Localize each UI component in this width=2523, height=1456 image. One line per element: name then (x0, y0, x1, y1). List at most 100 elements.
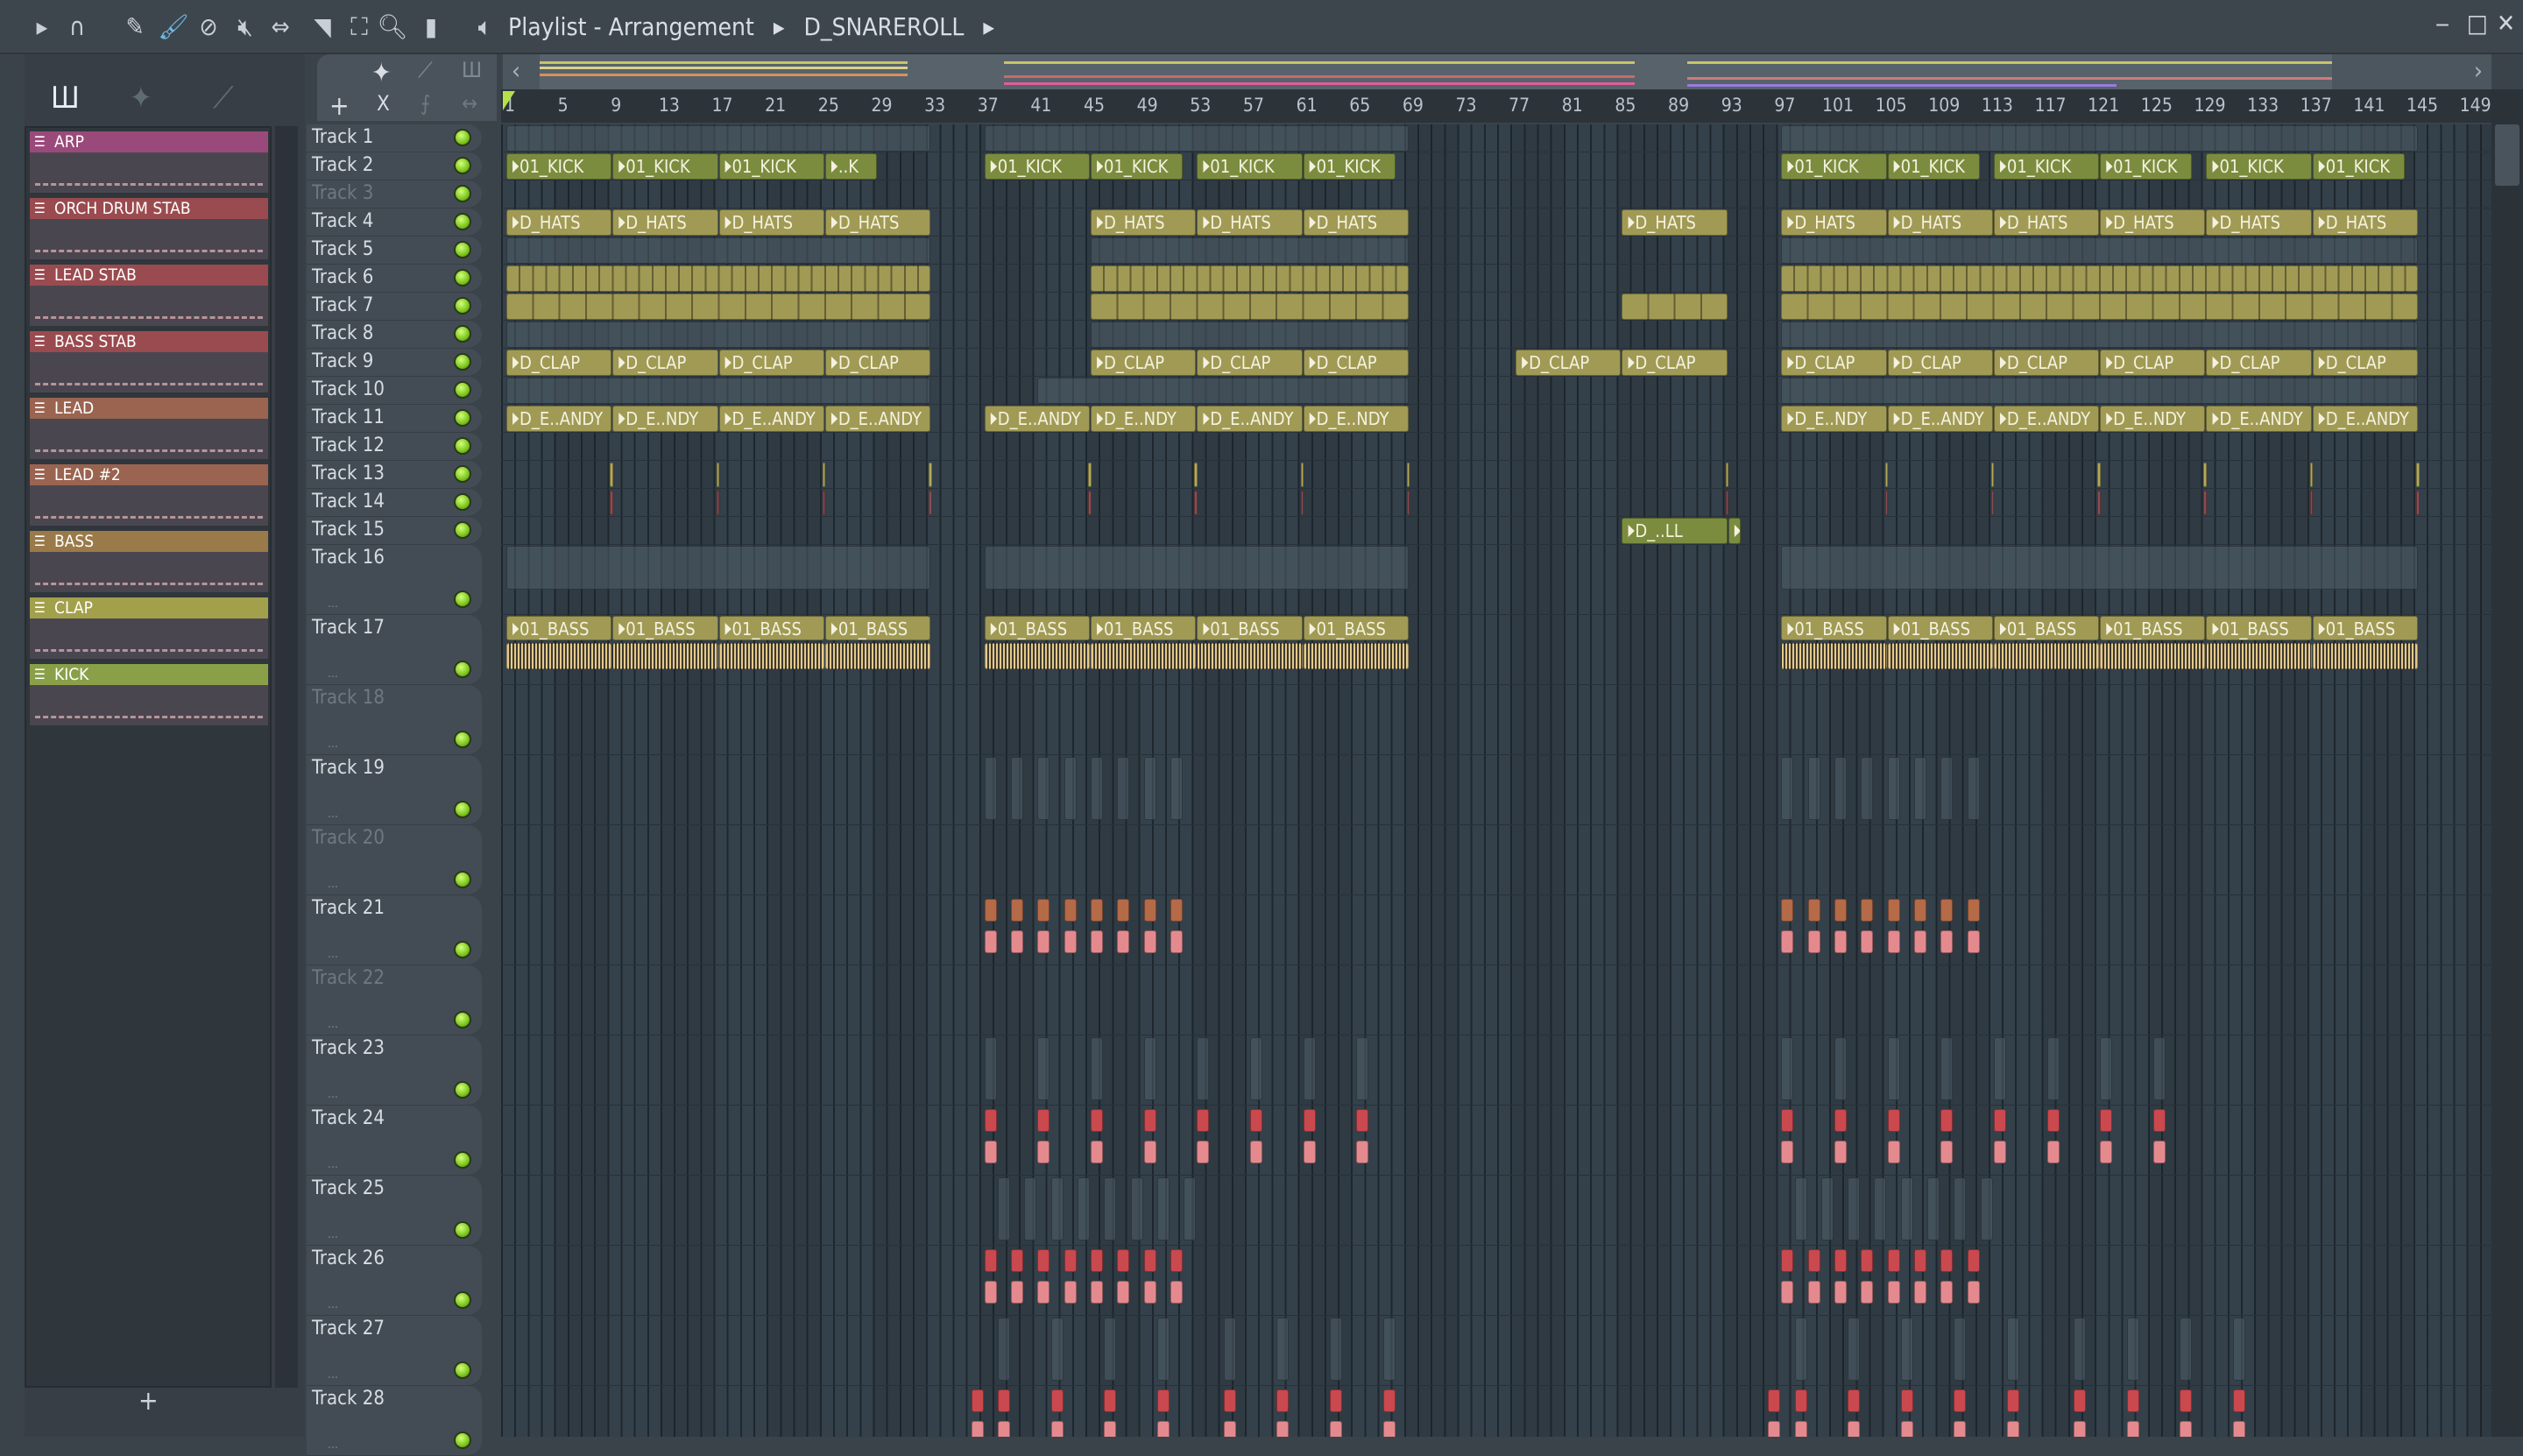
clip[interactable]: ⏵D_HATS (824, 209, 931, 236)
ghost-clip[interactable] (1887, 1037, 1900, 1100)
mini-clip[interactable] (1064, 1249, 1077, 1272)
track-header[interactable]: Track 22... (307, 965, 482, 1035)
clip[interactable]: ⏵D_CLAP (1781, 350, 1887, 376)
scrollbar-thumb[interactable] (2495, 124, 2519, 186)
ghost-clip[interactable] (1303, 1037, 1316, 1100)
clip[interactable]: ⏵D_HATS (1091, 209, 1197, 236)
clip[interactable]: ⏵D_HATS (1993, 209, 2100, 236)
mini-clip[interactable] (1887, 1281, 1900, 1304)
piano-tool-icon[interactable]: Ш (462, 58, 482, 82)
clip[interactable]: ⏵D_HATS (2100, 209, 2206, 236)
clip[interactable]: ⏵01_KICK (718, 153, 824, 180)
ghost-clip[interactable] (1781, 1037, 1794, 1100)
clip[interactable] (2097, 463, 2101, 487)
mini-clip[interactable] (1913, 930, 1926, 953)
mini-clip[interactable] (1807, 1281, 1820, 1304)
mini-clip[interactable] (1064, 899, 1077, 922)
ghost-clip[interactable] (984, 125, 1409, 152)
audio-clip-tool-icon[interactable]: ✦ (371, 58, 392, 88)
clip[interactable] (822, 463, 826, 487)
mini-clip[interactable] (1249, 1109, 1262, 1132)
ghost-clip[interactable] (1091, 237, 1409, 264)
mini-clip[interactable] (1967, 1281, 1980, 1304)
track-options[interactable]: ... (328, 1438, 338, 1452)
track-enable-toggle[interactable] (454, 213, 471, 230)
track-options[interactable]: ... (328, 1157, 338, 1171)
ghost-clip[interactable] (997, 1177, 1010, 1240)
ghost-clip[interactable] (1980, 1177, 1993, 1240)
track-enable-toggle[interactable] (454, 325, 471, 343)
mini-clip[interactable] (1781, 1109, 1794, 1132)
mini-clip[interactable] (1064, 1281, 1077, 1304)
mini-clip[interactable] (1887, 899, 1900, 922)
clip[interactable]: ⏵D_..LL (1622, 518, 1728, 544)
track-header[interactable]: Track 7 (307, 293, 482, 321)
clip[interactable]: ⏵01_KICK (1993, 153, 2100, 180)
ghost-clip[interactable] (2100, 1037, 2113, 1100)
track-enable-toggle[interactable] (454, 590, 471, 608)
mini-clip[interactable] (1954, 1421, 1967, 1437)
track-options[interactable]: ... (328, 597, 338, 611)
pencil-icon[interactable]: ✎ (119, 12, 151, 41)
ghost-clip[interactable] (1794, 1177, 1807, 1240)
mini-clip[interactable] (1037, 930, 1050, 953)
clip[interactable]: ⏵D_HATS (1303, 209, 1409, 236)
mini-clip[interactable] (1861, 1281, 1874, 1304)
clip[interactable]: ⏵D_HATS (2312, 209, 2419, 236)
clip[interactable] (822, 491, 826, 515)
speaker-icon[interactable]: 🔈︎ (470, 12, 501, 42)
clip[interactable]: ⏵01_KICK (2206, 153, 2312, 180)
ghost-clip[interactable] (1329, 1318, 1342, 1381)
paint-icon[interactable]: 🖌︎ (158, 12, 189, 41)
clip[interactable]: ⏵01_BASS (1303, 616, 1409, 640)
track-options[interactable]: ... (328, 1087, 338, 1101)
ghost-clip[interactable] (1091, 322, 1409, 348)
clip[interactable]: ⏵D_E..ANDY (1887, 406, 1993, 432)
clip[interactable] (1884, 491, 1889, 515)
ghost-clip[interactable] (1900, 1318, 1913, 1381)
mini-clip[interactable] (1170, 930, 1183, 953)
clip[interactable] (1406, 491, 1410, 515)
track-enable-toggle[interactable] (454, 297, 471, 315)
mini-clip[interactable] (1091, 899, 1104, 922)
track-header[interactable]: Track 17... (307, 615, 482, 685)
track-options[interactable]: ... (328, 1017, 338, 1031)
clip[interactable] (929, 491, 932, 515)
ghost-clip[interactable] (1223, 1318, 1236, 1381)
mini-clip[interactable] (1197, 1109, 1210, 1132)
stretch-icon[interactable]: ↔ (462, 91, 477, 116)
clip[interactable]: ⏵D_HATS (506, 209, 612, 236)
track-header[interactable]: Track 27... (307, 1316, 482, 1386)
mini-clip[interactable] (1170, 1281, 1183, 1304)
clip[interactable]: ⏵D_CLAP (824, 350, 931, 376)
ghost-clip[interactable] (1900, 1177, 1913, 1240)
mini-clip[interactable] (1276, 1389, 1290, 1412)
clip[interactable]: ⏵D_HATS (718, 209, 824, 236)
clip[interactable] (1088, 491, 1092, 515)
clip[interactable]: ⏵D_HATS (612, 209, 718, 236)
mini-clip[interactable] (1037, 1249, 1050, 1272)
ghost-clip[interactable] (1794, 1318, 1807, 1381)
ghost-clip[interactable] (1184, 1177, 1197, 1240)
clip[interactable]: ⏵D_E..NDY (1781, 406, 1887, 432)
clip[interactable] (1088, 463, 1092, 487)
track-header[interactable]: Track 16... (307, 545, 482, 615)
track-enable-toggle[interactable] (454, 157, 471, 174)
ghost-clip[interactable] (1130, 1177, 1143, 1240)
clip[interactable]: ⏵01_KICK (506, 153, 612, 180)
ghost-clip[interactable] (1037, 757, 1050, 820)
clip[interactable]: ⏵01_BASS (2206, 616, 2312, 640)
ghost-clip[interactable] (2126, 1318, 2139, 1381)
mini-clip[interactable] (1223, 1421, 1236, 1437)
clip[interactable]: ⏵D_CLAP (2100, 350, 2206, 376)
ghost-clip[interactable] (2232, 1318, 2245, 1381)
ghost-clip[interactable] (1861, 757, 1874, 820)
track-enable-toggle[interactable] (454, 1361, 471, 1379)
clip[interactable] (929, 463, 932, 487)
track-enable-toggle[interactable] (454, 241, 471, 258)
clip[interactable]: ⏵D_E..NDY (1303, 406, 1409, 432)
mini-clip[interactable] (1170, 1249, 1183, 1272)
track-header[interactable]: Track 19... (307, 755, 482, 825)
clip[interactable]: ⏵..K (824, 153, 878, 180)
clip[interactable] (1884, 463, 1889, 487)
